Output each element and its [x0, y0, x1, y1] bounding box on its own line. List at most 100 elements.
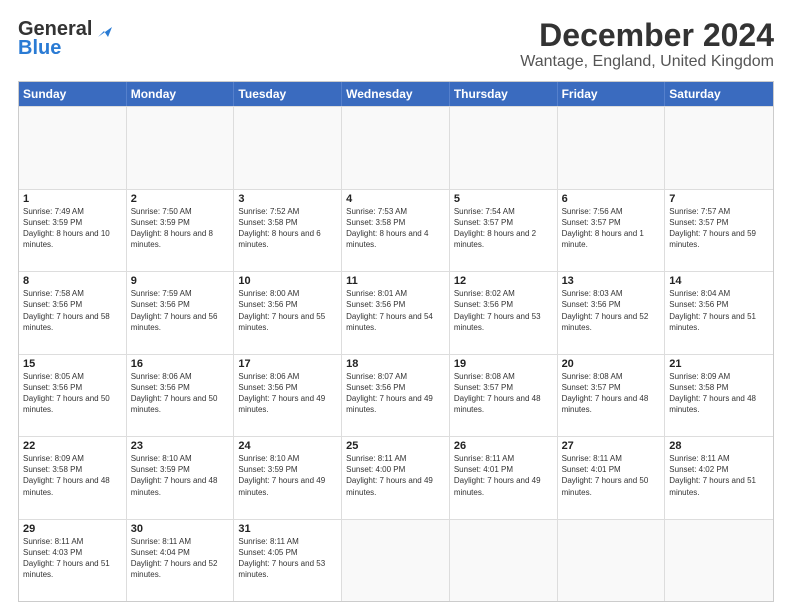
calendar-cell-2-6: 14 Sunrise: 8:04 AM Sunset: 3:56 PM Dayl…: [665, 272, 773, 353]
sunrise-text: Sunrise: 8:06 AM: [131, 372, 192, 381]
logo-bird-icon: [94, 19, 116, 41]
calendar-cell-4-6: 28 Sunrise: 8:11 AM Sunset: 4:02 PM Dayl…: [665, 437, 773, 518]
sunset-text: Sunset: 3:59 PM: [238, 465, 297, 474]
calendar-cell-5-0: 29 Sunrise: 8:11 AM Sunset: 4:03 PM Dayl…: [19, 520, 127, 601]
daylight-text: Daylight: 7 hours and 59 minutes.: [669, 229, 756, 249]
day-number: 8: [23, 275, 122, 287]
col-wednesday: Wednesday: [342, 82, 450, 106]
header: General Blue December 2024 Wantage, Engl…: [18, 18, 774, 71]
title-block: December 2024 Wantage, England, United K…: [520, 18, 774, 71]
sunrise-text: Sunrise: 7:52 AM: [238, 207, 299, 216]
daylight-text: Daylight: 7 hours and 48 minutes.: [454, 394, 541, 414]
sunset-text: Sunset: 4:02 PM: [669, 465, 728, 474]
day-number: 3: [238, 193, 337, 205]
sunset-text: Sunset: 3:56 PM: [454, 300, 513, 309]
calendar-cell-1-3: 4 Sunrise: 7:53 AM Sunset: 3:58 PM Dayli…: [342, 190, 450, 271]
sunrise-text: Sunrise: 8:04 AM: [669, 289, 730, 298]
daylight-text: Daylight: 7 hours and 52 minutes.: [562, 312, 649, 332]
sunset-text: Sunset: 3:57 PM: [669, 218, 728, 227]
cell-info: Sunrise: 8:11 AM Sunset: 4:04 PM Dayligh…: [131, 536, 230, 581]
sunset-text: Sunset: 3:59 PM: [131, 465, 190, 474]
calendar-cell-4-0: 22 Sunrise: 8:09 AM Sunset: 3:58 PM Dayl…: [19, 437, 127, 518]
day-number: 15: [23, 358, 122, 370]
cell-info: Sunrise: 8:01 AM Sunset: 3:56 PM Dayligh…: [346, 288, 445, 333]
sunrise-text: Sunrise: 7:49 AM: [23, 207, 84, 216]
calendar-header: Sunday Monday Tuesday Wednesday Thursday…: [19, 82, 773, 106]
sunset-text: Sunset: 3:57 PM: [454, 383, 513, 392]
daylight-text: Daylight: 7 hours and 51 minutes.: [23, 559, 110, 579]
day-number: 29: [23, 523, 122, 535]
calendar-week-1: 1 Sunrise: 7:49 AM Sunset: 3:59 PM Dayli…: [19, 189, 773, 271]
day-number: 17: [238, 358, 337, 370]
sunrise-text: Sunrise: 8:11 AM: [669, 454, 729, 463]
cell-info: Sunrise: 8:11 AM Sunset: 4:02 PM Dayligh…: [669, 453, 769, 498]
col-monday: Monday: [127, 82, 235, 106]
cell-info: Sunrise: 8:06 AM Sunset: 3:56 PM Dayligh…: [238, 371, 337, 416]
sunset-text: Sunset: 3:58 PM: [238, 218, 297, 227]
calendar-cell-4-1: 23 Sunrise: 8:10 AM Sunset: 3:59 PM Dayl…: [127, 437, 235, 518]
col-tuesday: Tuesday: [234, 82, 342, 106]
daylight-text: Daylight: 7 hours and 58 minutes.: [23, 312, 110, 332]
day-number: 24: [238, 440, 337, 452]
sunrise-text: Sunrise: 8:11 AM: [238, 537, 298, 546]
day-number: 21: [669, 358, 769, 370]
calendar-cell-5-6: [665, 520, 773, 601]
daylight-text: Daylight: 7 hours and 54 minutes.: [346, 312, 433, 332]
sunset-text: Sunset: 3:58 PM: [669, 383, 728, 392]
sunset-text: Sunset: 3:58 PM: [23, 465, 82, 474]
cell-info: Sunrise: 8:08 AM Sunset: 3:57 PM Dayligh…: [454, 371, 553, 416]
day-number: 4: [346, 193, 445, 205]
calendar-cell-1-6: 7 Sunrise: 7:57 AM Sunset: 3:57 PM Dayli…: [665, 190, 773, 271]
calendar-cell-4-4: 26 Sunrise: 8:11 AM Sunset: 4:01 PM Dayl…: [450, 437, 558, 518]
cell-info: Sunrise: 8:07 AM Sunset: 3:56 PM Dayligh…: [346, 371, 445, 416]
calendar-cell-2-0: 8 Sunrise: 7:58 AM Sunset: 3:56 PM Dayli…: [19, 272, 127, 353]
col-sunday: Sunday: [19, 82, 127, 106]
sunset-text: Sunset: 3:57 PM: [454, 218, 513, 227]
day-number: 22: [23, 440, 122, 452]
calendar-title: December 2024: [520, 18, 774, 53]
sunset-text: Sunset: 4:05 PM: [238, 548, 297, 557]
day-number: 26: [454, 440, 553, 452]
sunrise-text: Sunrise: 8:00 AM: [238, 289, 299, 298]
calendar-cell-2-2: 10 Sunrise: 8:00 AM Sunset: 3:56 PM Dayl…: [234, 272, 342, 353]
sunrise-text: Sunrise: 8:11 AM: [131, 537, 191, 546]
col-friday: Friday: [558, 82, 666, 106]
calendar-week-3: 15 Sunrise: 8:05 AM Sunset: 3:56 PM Dayl…: [19, 354, 773, 436]
sunset-text: Sunset: 4:03 PM: [23, 548, 82, 557]
daylight-text: Daylight: 7 hours and 53 minutes.: [454, 312, 541, 332]
daylight-text: Daylight: 7 hours and 50 minutes.: [562, 476, 649, 496]
sunset-text: Sunset: 3:56 PM: [131, 300, 190, 309]
sunrise-text: Sunrise: 8:08 AM: [454, 372, 515, 381]
cell-info: Sunrise: 7:58 AM Sunset: 3:56 PM Dayligh…: [23, 288, 122, 333]
cell-info: Sunrise: 7:56 AM Sunset: 3:57 PM Dayligh…: [562, 206, 661, 251]
cell-info: Sunrise: 8:04 AM Sunset: 3:56 PM Dayligh…: [669, 288, 769, 333]
day-number: 7: [669, 193, 769, 205]
sunrise-text: Sunrise: 7:59 AM: [131, 289, 192, 298]
cell-info: Sunrise: 8:05 AM Sunset: 3:56 PM Dayligh…: [23, 371, 122, 416]
cell-info: Sunrise: 8:10 AM Sunset: 3:59 PM Dayligh…: [238, 453, 337, 498]
daylight-text: Daylight: 7 hours and 48 minutes.: [131, 476, 218, 496]
sunset-text: Sunset: 3:56 PM: [346, 300, 405, 309]
cell-info: Sunrise: 8:11 AM Sunset: 4:05 PM Dayligh…: [238, 536, 337, 581]
daylight-text: Daylight: 7 hours and 49 minutes.: [346, 476, 433, 496]
calendar-cell-4-5: 27 Sunrise: 8:11 AM Sunset: 4:01 PM Dayl…: [558, 437, 666, 518]
sunrise-text: Sunrise: 8:11 AM: [23, 537, 83, 546]
daylight-text: Daylight: 7 hours and 51 minutes.: [669, 476, 756, 496]
day-number: 11: [346, 275, 445, 287]
sunset-text: Sunset: 3:56 PM: [669, 300, 728, 309]
cell-info: Sunrise: 7:50 AM Sunset: 3:59 PM Dayligh…: [131, 206, 230, 251]
daylight-text: Daylight: 8 hours and 8 minutes.: [131, 229, 213, 249]
cell-info: Sunrise: 7:53 AM Sunset: 3:58 PM Dayligh…: [346, 206, 445, 251]
calendar-week-2: 8 Sunrise: 7:58 AM Sunset: 3:56 PM Dayli…: [19, 271, 773, 353]
calendar-cell-3-2: 17 Sunrise: 8:06 AM Sunset: 3:56 PM Dayl…: [234, 355, 342, 436]
sunset-text: Sunset: 4:01 PM: [562, 465, 621, 474]
day-number: 2: [131, 193, 230, 205]
day-number: 27: [562, 440, 661, 452]
calendar-cell-5-5: [558, 520, 666, 601]
sunset-text: Sunset: 4:01 PM: [454, 465, 513, 474]
cell-info: Sunrise: 8:09 AM Sunset: 3:58 PM Dayligh…: [669, 371, 769, 416]
daylight-text: Daylight: 7 hours and 48 minutes.: [23, 476, 110, 496]
cell-info: Sunrise: 8:11 AM Sunset: 4:00 PM Dayligh…: [346, 453, 445, 498]
cell-info: Sunrise: 8:06 AM Sunset: 3:56 PM Dayligh…: [131, 371, 230, 416]
sunrise-text: Sunrise: 7:54 AM: [454, 207, 515, 216]
